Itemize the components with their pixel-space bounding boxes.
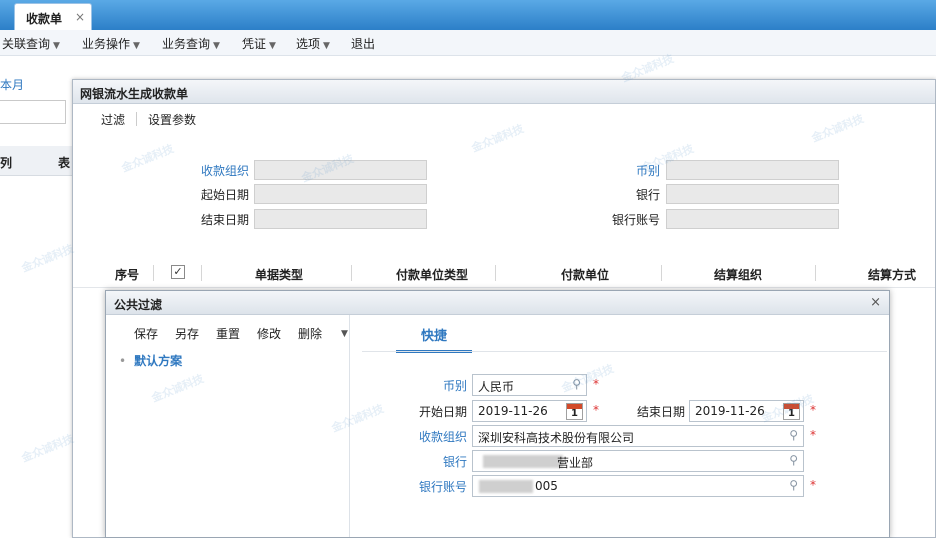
grid-divider xyxy=(351,265,352,281)
menu-exit[interactable]: 退出 xyxy=(351,35,375,52)
window-toolbar: 过滤 设置参数 xyxy=(73,104,935,132)
scheme-panel: 保存 另存 重置 修改 删除 ▼ • 默认方案 xyxy=(106,315,350,537)
grid-col-payer[interactable]: 付款单位 xyxy=(561,266,609,283)
tab-title: 收款单 xyxy=(26,12,63,26)
menu-related-query[interactable]: 关联查询 ▼ xyxy=(2,35,60,52)
required-mark: * xyxy=(593,377,599,391)
modify-button[interactable]: 修改 xyxy=(257,325,281,342)
chevron-down-icon: ▼ xyxy=(53,41,60,51)
grid-divider xyxy=(201,265,202,281)
search-icon[interactable]: ⚲ xyxy=(789,453,798,467)
left-panel xyxy=(0,56,72,538)
menu-business-query[interactable]: 业务查询 ▼ xyxy=(162,35,220,52)
chevron-down-icon: ▼ xyxy=(323,41,330,51)
menu-voucher[interactable]: 凭证 ▼ xyxy=(242,35,276,52)
calendar-icon[interactable]: 1 xyxy=(566,403,583,420)
currency-label: 币别 xyxy=(635,164,660,178)
window-title-bar: 网银流水生成收款单 xyxy=(73,80,935,104)
required-mark: * xyxy=(593,403,599,417)
start-date-field[interactable] xyxy=(254,184,427,204)
dialog-title: 公共过滤 xyxy=(114,298,163,312)
save-as-button[interactable]: 另存 xyxy=(175,325,199,342)
end-date-label: 结束日期 xyxy=(200,213,249,227)
org-input[interactable]: 深圳安科高技术股份有限公司 ⚲ xyxy=(472,425,804,447)
search-icon[interactable]: ⚲ xyxy=(789,478,798,492)
toolbar-divider xyxy=(136,112,137,126)
redacted-block xyxy=(483,455,563,468)
grid-col-settle-method[interactable]: 结算方式 xyxy=(868,266,916,283)
month-link[interactable]: 本月 xyxy=(0,76,24,93)
currency-label: 币别 xyxy=(442,379,467,393)
close-icon[interactable]: × xyxy=(870,295,881,310)
save-button[interactable]: 保存 xyxy=(134,325,158,342)
required-mark: * xyxy=(810,478,816,492)
required-mark: * xyxy=(810,403,816,417)
left-search-field[interactable] xyxy=(0,100,66,124)
account-field[interactable] xyxy=(666,209,839,229)
grid-col-payer-type[interactable]: 付款单位类型 xyxy=(396,266,468,283)
menu-business-ops[interactable]: 业务操作 ▼ xyxy=(82,35,140,52)
redacted-block xyxy=(479,480,533,493)
start-date-input[interactable]: 2019-11-26 1 xyxy=(472,400,587,422)
end-date-field[interactable] xyxy=(254,209,427,229)
org-label: 收款组织 xyxy=(200,164,249,178)
default-scheme-item[interactable]: • 默认方案 xyxy=(119,352,182,369)
bank-label: 银行 xyxy=(442,455,467,469)
search-icon[interactable]: ⚲ xyxy=(789,428,798,442)
grid-col-settle-org[interactable]: 结算组织 xyxy=(714,266,762,283)
window-title: 网银流水生成收款单 xyxy=(80,87,189,101)
bullet-icon: • xyxy=(119,354,127,368)
chevron-down-icon: ▼ xyxy=(133,41,140,51)
dialog-title-bar: 公共过滤 × xyxy=(106,291,889,315)
end-date-label: 结束日期 xyxy=(636,405,685,419)
delete-button[interactable]: 删除 xyxy=(298,325,322,342)
grid-header: 序号 ✓ 单据类型 付款单位类型 付款单位 结算组织 结算方式 xyxy=(73,258,935,288)
end-date-input[interactable]: 2019-11-26 1 xyxy=(689,400,804,422)
bank-field[interactable] xyxy=(666,184,839,204)
search-icon[interactable]: ⚲ xyxy=(572,377,581,391)
required-mark: * xyxy=(810,428,816,442)
menu-options[interactable]: 选项 ▼ xyxy=(296,35,330,52)
menu-bar: 关联查询 ▼ 业务操作 ▼ 业务查询 ▼ 凭证 ▼ 选项 ▼ 退出 xyxy=(0,30,936,56)
grid-divider xyxy=(815,265,816,281)
currency-field[interactable] xyxy=(666,160,839,180)
tab-close-icon[interactable]: × xyxy=(75,10,85,24)
tab-receipt[interactable]: 收款单 × xyxy=(14,3,92,30)
bank-input[interactable]: 营业部 ⚲ xyxy=(472,450,804,472)
grid-divider xyxy=(153,265,154,281)
grid-divider xyxy=(661,265,662,281)
grid-col-doc-type[interactable]: 单据类型 xyxy=(255,266,303,283)
account-input[interactable]: 005 ⚲ xyxy=(472,475,804,497)
bank-label: 银行 xyxy=(635,188,660,202)
account-label: 银行账号 xyxy=(611,213,660,227)
more-chevron-icon[interactable]: ▼ xyxy=(341,329,348,339)
tab-divider xyxy=(362,351,887,352)
select-all-checkbox[interactable]: ✓ xyxy=(171,265,185,279)
left-col-header-b: 表 xyxy=(58,156,71,170)
tab-quick[interactable]: 快捷 xyxy=(396,325,472,353)
calendar-icon[interactable]: 1 xyxy=(783,403,800,420)
account-label: 银行账号 xyxy=(418,480,467,494)
settings-button[interactable]: 设置参数 xyxy=(148,111,196,128)
org-field[interactable] xyxy=(254,160,427,180)
chevron-down-icon: ▼ xyxy=(269,41,276,51)
reset-button[interactable]: 重置 xyxy=(216,325,240,342)
start-date-label: 开始日期 xyxy=(418,405,467,419)
currency-input[interactable]: 人民币 ⚲ xyxy=(472,374,587,396)
org-label: 收款组织 xyxy=(418,430,467,444)
filter-button[interactable]: 过滤 xyxy=(101,111,125,128)
left-col-header-a: 列 xyxy=(0,156,13,170)
grid-col-seq[interactable]: 序号 xyxy=(115,266,139,283)
tab-bar: 收款单 × xyxy=(0,0,936,30)
public-filter-dialog: 公共过滤 × 保存 另存 重置 修改 删除 ▼ • 默认方案 快捷 币别 人民币 … xyxy=(105,290,890,538)
scheme-label: 默认方案 xyxy=(134,354,183,368)
grid-divider xyxy=(495,265,496,281)
chevron-down-icon: ▼ xyxy=(213,41,220,51)
start-date-label: 起始日期 xyxy=(200,188,249,202)
